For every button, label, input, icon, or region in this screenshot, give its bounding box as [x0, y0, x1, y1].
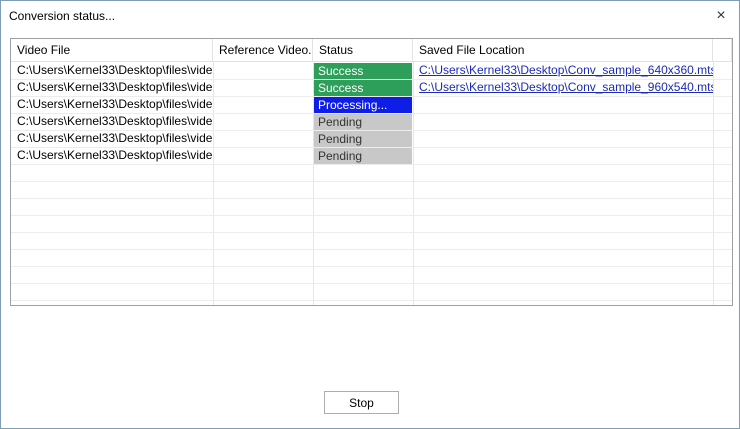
- dialog-title: Conversion status...: [9, 9, 116, 23]
- conversion-status-dialog: Conversion status... × Video File Refere…: [0, 0, 740, 429]
- saved-file-location-cell: [413, 130, 713, 147]
- reference-video-cell: [213, 147, 313, 164]
- saved-file-link[interactable]: C:\Users\Kernel33\Desktop\Conv_sample_96…: [419, 80, 713, 94]
- column-header-filler: [713, 39, 732, 61]
- saved-file-location-cell: [413, 113, 713, 130]
- empty-table-row: [11, 232, 732, 250]
- video-file-cell: C:\Users\Kernel33\Desktop\files\vide...: [17, 80, 213, 94]
- status-badge-success: Success: [314, 63, 412, 79]
- video-file-cell: C:\Users\Kernel33\Desktop\files\vide...: [17, 97, 213, 111]
- reference-video-cell: [213, 113, 313, 130]
- video-file-cell: C:\Users\Kernel33\Desktop\files\vide...: [17, 114, 213, 128]
- empty-table-row: [11, 198, 732, 216]
- status-badge-success: Success: [314, 80, 412, 96]
- conversion-table: Video File Reference Video... Status Sav…: [10, 38, 733, 306]
- reference-video-cell: [213, 79, 313, 96]
- status-badge-processing: Processing...: [314, 97, 412, 113]
- stop-button[interactable]: Stop: [324, 391, 399, 414]
- column-header-video-file[interactable]: Video File: [11, 39, 213, 61]
- column-header-saved-file-location[interactable]: Saved File Location: [413, 39, 713, 61]
- saved-file-link[interactable]: C:\Users\Kernel33\Desktop\Conv_sample_64…: [419, 63, 713, 77]
- table-header: Video File Reference Video... Status Sav…: [11, 39, 732, 62]
- table-row[interactable]: C:\Users\Kernel33\Desktop\files\vide... P…: [11, 113, 732, 131]
- saved-file-location-cell: C:\Users\Kernel33\Desktop\Conv_sample_96…: [413, 79, 713, 96]
- table-row[interactable]: C:\Users\Kernel33\Desktop\files\vide... P…: [11, 96, 732, 114]
- table-row[interactable]: C:\Users\Kernel33\Desktop\files\vide... S…: [11, 62, 732, 80]
- status-badge-pending: Pending: [314, 114, 412, 130]
- column-header-reference-video[interactable]: Reference Video...: [213, 39, 313, 61]
- video-file-cell: C:\Users\Kernel33\Desktop\files\vide...: [17, 63, 213, 77]
- video-file-cell: C:\Users\Kernel33\Desktop\files\vide...: [17, 131, 213, 145]
- empty-table-row: [11, 215, 732, 233]
- status-badge-pending: Pending: [314, 148, 412, 164]
- close-icon[interactable]: ×: [711, 6, 731, 26]
- empty-table-row: [11, 164, 732, 182]
- column-header-status[interactable]: Status: [313, 39, 413, 61]
- empty-table-row: [11, 266, 732, 284]
- title-bar: Conversion status... ×: [1, 1, 739, 31]
- reference-video-cell: [213, 62, 313, 79]
- saved-file-location-cell: C:\Users\Kernel33\Desktop\Conv_sample_64…: [413, 62, 713, 79]
- table-row[interactable]: C:\Users\Kernel33\Desktop\files\vide... P…: [11, 147, 732, 165]
- saved-file-location-cell: [413, 147, 713, 164]
- empty-table-row: [11, 181, 732, 199]
- reference-video-cell: [213, 130, 313, 147]
- table-row[interactable]: C:\Users\Kernel33\Desktop\files\vide... P…: [11, 130, 732, 148]
- empty-table-row: [11, 283, 732, 301]
- reference-video-cell: [213, 96, 313, 113]
- table-row[interactable]: C:\Users\Kernel33\Desktop\files\vide... S…: [11, 79, 732, 97]
- empty-table-row: [11, 249, 732, 267]
- status-badge-pending: Pending: [314, 131, 412, 147]
- video-file-cell: C:\Users\Kernel33\Desktop\files\vide...: [17, 148, 213, 162]
- saved-file-location-cell: [413, 96, 713, 113]
